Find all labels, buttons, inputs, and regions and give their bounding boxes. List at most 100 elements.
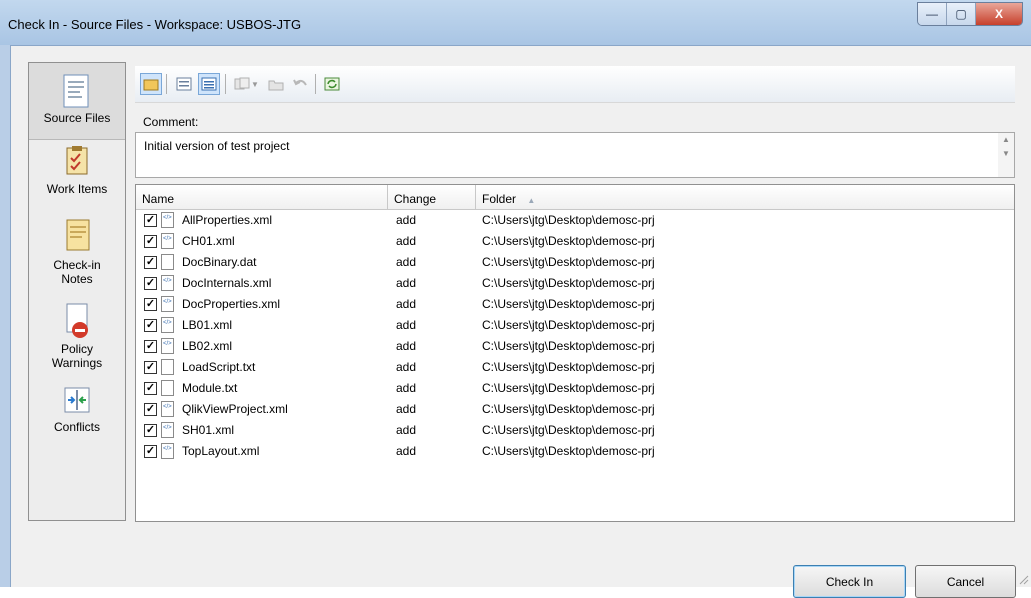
table-row[interactable]: ✓ DocInternals.xml add C:\Users\jtg\Desktop…: [136, 273, 1014, 294]
refresh-button[interactable]: [321, 73, 343, 95]
details-view-button[interactable]: [198, 73, 220, 95]
resize-grip-icon[interactable]: [1017, 573, 1029, 585]
check-in-button[interactable]: Check In: [793, 565, 906, 598]
comment-input[interactable]: Initial version of test project ▲ ▼: [135, 132, 1015, 178]
cell-folder: C:\Users\jtg\Desktop\demosc-prj: [482, 213, 655, 227]
table-row[interactable]: ✓ LoadScript.txt add C:\Users\jtg\Desktop\d…: [136, 357, 1014, 378]
cancel-button[interactable]: Cancel: [915, 565, 1016, 598]
cell-name: QlikViewProject.xml: [182, 402, 288, 416]
column-header-change[interactable]: Change: [388, 185, 476, 209]
details-view-icon: [201, 77, 217, 91]
cell-change: add: [396, 360, 417, 374]
window-frame-left: [0, 45, 11, 587]
row-checkbox[interactable]: ✓: [144, 403, 157, 416]
cell-name: LoadScript.txt: [182, 360, 256, 374]
sort-ascending-icon: ▲: [527, 196, 536, 205]
cell-folder: C:\Users\jtg\Desktop\demosc-prj: [482, 423, 655, 437]
cell-name: AllProperties.xml: [182, 213, 273, 227]
cell-folder: C:\Users\jtg\Desktop\demosc-prj: [482, 255, 655, 269]
pending-changes-list: Name Change Folder ▲ ✓ AllProperties.xml a…: [135, 184, 1015, 522]
column-header-label: Change: [394, 192, 437, 206]
open-folder-button[interactable]: [265, 73, 287, 95]
xml-file-icon: [161, 275, 174, 291]
table-row[interactable]: ✓ AllProperties.xml add C:\Users\jtg\Deskto…: [136, 210, 1014, 231]
xml-file-icon: [161, 233, 174, 249]
title-bar[interactable]: Check In - Source Files - Workspace: USB…: [0, 0, 1031, 46]
file-icon: [161, 254, 174, 270]
scroll-up-icon[interactable]: ▲: [998, 133, 1014, 147]
row-checkbox[interactable]: ✓: [144, 319, 157, 332]
table-row[interactable]: ✓ TopLayout.xml add C:\Users\jtg\Desktop\de…: [136, 441, 1014, 462]
compare-dropdown-arrow[interactable]: ▼: [249, 73, 261, 95]
flat-view-button[interactable]: [173, 73, 195, 95]
row-checkbox[interactable]: ✓: [144, 214, 157, 227]
cell-folder: C:\Users\jtg\Desktop\demosc-prj: [482, 318, 655, 332]
xml-file-icon: [161, 401, 174, 417]
table-row[interactable]: ✓ DocProperties.xml add C:\Users\jtg\Deskto…: [136, 294, 1014, 315]
sidebar-item-checkin-notes[interactable]: Check-in Notes: [29, 210, 125, 300]
row-checkbox[interactable]: ✓: [144, 256, 157, 269]
sidebar-item-work-items[interactable]: Work Items: [29, 140, 125, 210]
row-checkbox[interactable]: ✓: [144, 340, 157, 353]
folder-view-button[interactable]: [140, 73, 162, 95]
undo-button[interactable]: [289, 73, 311, 95]
scroll-down-icon[interactable]: ▼: [998, 147, 1014, 161]
row-checkbox[interactable]: ✓: [144, 361, 157, 374]
xml-file-icon: [161, 296, 174, 312]
cell-folder: C:\Users\jtg\Desktop\demosc-prj: [482, 276, 655, 290]
cell-change: add: [396, 444, 417, 458]
sidebar-item-policy-warnings[interactable]: Policy Warnings: [29, 300, 125, 382]
comment-scrollbar[interactable]: ▲ ▼: [998, 133, 1014, 177]
sidebar-item-conflicts[interactable]: Conflicts: [29, 382, 125, 452]
table-row[interactable]: ✓ QlikViewProject.xml add C:\Users\jtg\Desk…: [136, 399, 1014, 420]
xml-file-icon: [161, 317, 174, 333]
toolbar: ▼: [135, 66, 1015, 103]
close-button[interactable]: X: [976, 3, 1022, 25]
cell-change: add: [396, 276, 417, 290]
cell-name: DocBinary.dat: [182, 255, 257, 269]
cell-name: DocInternals.xml: [182, 276, 272, 290]
cell-change: add: [396, 381, 417, 395]
table-row[interactable]: ✓ DocBinary.dat add C:\Users\jtg\Desktop\de…: [136, 252, 1014, 273]
comment-text: Initial version of test project: [144, 139, 290, 153]
window-title: Check In - Source Files - Workspace: USB…: [8, 17, 302, 32]
cell-folder: C:\Users\jtg\Desktop\demosc-prj: [482, 297, 655, 311]
row-checkbox[interactable]: ✓: [144, 235, 157, 248]
row-checkbox[interactable]: ✓: [144, 445, 157, 458]
table-row[interactable]: ✓ LB02.xml add C:\Users\jtg\Desktop\demosc-…: [136, 336, 1014, 357]
cell-name: DocProperties.xml: [182, 297, 281, 311]
cell-folder: C:\Users\jtg\Desktop\demosc-prj: [482, 444, 655, 458]
table-row[interactable]: ✓ LB01.xml add C:\Users\jtg\Desktop\demosc-…: [136, 315, 1014, 336]
sidebar-item-label: Check-in Notes: [53, 258, 101, 286]
sidebar-item-source-files[interactable]: Source Files: [29, 63, 125, 140]
cell-change: add: [396, 297, 417, 311]
cell-change: add: [396, 213, 417, 227]
table-row[interactable]: ✓ SH01.xml add C:\Users\jtg\Desktop\demosc-…: [136, 420, 1014, 441]
file-icon: [161, 359, 174, 375]
row-checkbox[interactable]: ✓: [144, 382, 157, 395]
cell-folder: C:\Users\jtg\Desktop\demosc-prj: [482, 381, 655, 395]
flat-view-icon: [176, 77, 192, 91]
sidebar-item-label: Source Files: [43, 111, 111, 125]
cell-change: add: [396, 339, 417, 353]
maximize-button[interactable]: ▢: [947, 3, 976, 25]
work-items-icon: [66, 146, 88, 175]
cell-folder: C:\Users\jtg\Desktop\demosc-prj: [482, 339, 655, 353]
refresh-icon: [324, 77, 340, 91]
toolbar-separator: [315, 74, 316, 94]
cell-change: add: [396, 234, 417, 248]
minimize-button[interactable]: —: [918, 3, 947, 25]
row-checkbox[interactable]: ✓: [144, 298, 157, 311]
column-header-folder[interactable]: Folder ▲: [476, 185, 1014, 209]
table-row[interactable]: ✓ Module.txt add C:\Users\jtg\Desktop\demos…: [136, 378, 1014, 399]
cell-change: add: [396, 402, 417, 416]
column-header-name[interactable]: Name: [136, 185, 388, 209]
cell-change: add: [396, 423, 417, 437]
table-row[interactable]: ✓ CH01.xml add C:\Users\jtg\Desktop\demosc-…: [136, 231, 1014, 252]
cell-name: LB01.xml: [182, 318, 233, 332]
cell-name: TopLayout.xml: [182, 444, 260, 458]
cell-folder: C:\Users\jtg\Desktop\demosc-prj: [482, 234, 655, 248]
row-checkbox[interactable]: ✓: [144, 277, 157, 290]
policy-warnings-icon: [66, 303, 88, 338]
row-checkbox[interactable]: ✓: [144, 424, 157, 437]
